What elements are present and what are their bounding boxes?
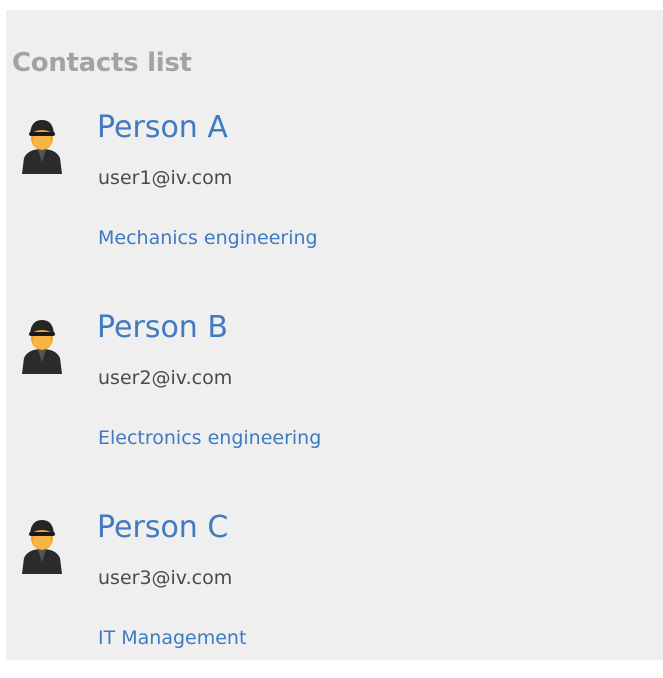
contact-name-link[interactable]: Person C	[97, 510, 228, 545]
list-item: Person C user3@iv.com IT Management	[6, 510, 646, 678]
contact-department-link[interactable]: Mechanics engineering	[98, 227, 318, 249]
contact-email: user3@iv.com	[98, 567, 233, 589]
contact-name-link[interactable]: Person B	[97, 310, 228, 345]
contact-email: user2@iv.com	[98, 367, 233, 389]
user-avatar-icon	[18, 118, 66, 176]
list-item: Person A user1@iv.com Mechanics engineer…	[6, 110, 646, 278]
contact-email: user1@iv.com	[98, 167, 233, 189]
page-title: Contacts list	[12, 48, 192, 78]
contacts-panel: Contacts list Person A user1@iv.com Mech…	[6, 10, 663, 660]
contact-department-link[interactable]: IT Management	[98, 627, 246, 649]
list-item: Person B user2@iv.com Electronics engine…	[6, 310, 646, 478]
user-avatar-icon	[18, 318, 66, 376]
contact-department-link[interactable]: Electronics engineering	[98, 427, 321, 449]
user-avatar-icon	[18, 518, 66, 576]
contact-name-link[interactable]: Person A	[97, 110, 228, 145]
